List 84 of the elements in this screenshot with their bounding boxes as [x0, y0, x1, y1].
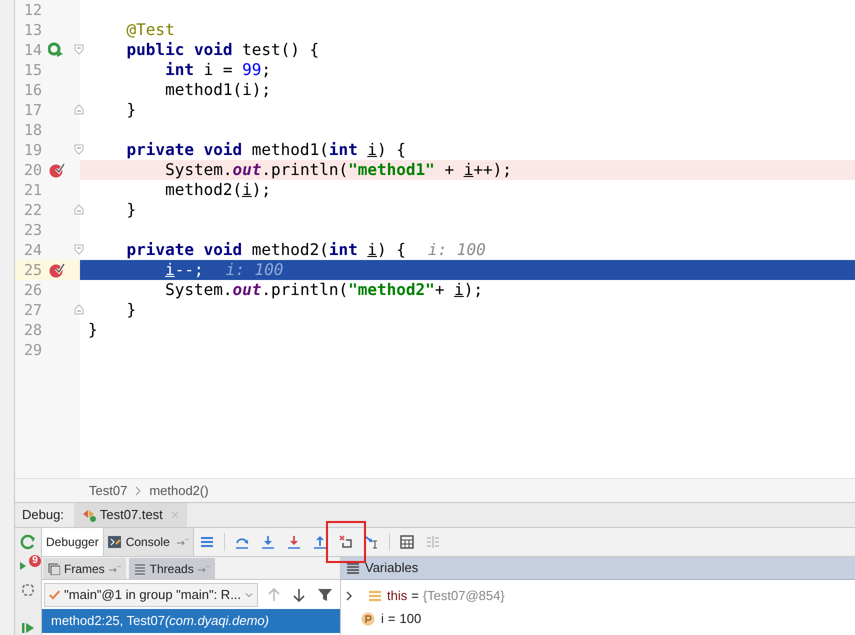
arrow-down-icon[interactable] — [293, 588, 305, 602]
rerun-icon[interactable] — [20, 534, 36, 550]
variable-entry[interactable]: this = {Test07@854} — [387, 586, 505, 606]
field-icon — [369, 590, 381, 602]
fold-icon[interactable] — [74, 244, 84, 255]
line-number: 17 — [22, 100, 42, 121]
tab[interactable]: Frames — [43, 558, 126, 579]
run-icon[interactable] — [48, 42, 64, 58]
inline-value-hint: i: 100 — [226, 259, 284, 281]
line-number: 20 — [22, 160, 42, 181]
chevron-icon — [135, 486, 142, 496]
thread-dropdown[interactable]: "main"@1 in group "main": R... — [44, 582, 258, 606]
line-number: 21 — [22, 180, 42, 201]
resume-icon[interactable] — [20, 620, 36, 635]
line-number: 26 — [22, 280, 42, 301]
session-tab[interactable]: Test07.test — [74, 503, 187, 527]
line-number: 23 — [22, 220, 42, 241]
debug-icon — [82, 508, 96, 522]
tab[interactable]: Threads — [128, 558, 215, 579]
frame-row[interactable]: method2:25, Test07(com.dyaqi.demo) — [42, 609, 340, 633]
line-number: 24 — [22, 240, 42, 261]
line-number: 12 — [22, 0, 42, 21]
fold-icon[interactable] — [74, 304, 84, 315]
check-icon — [49, 588, 60, 602]
inline-value-hint: i: 100 — [428, 239, 486, 261]
fold-icon[interactable] — [74, 144, 84, 155]
line-number: 28 — [22, 320, 42, 341]
line-number: 27 — [22, 300, 42, 321]
line-number: 22 — [22, 200, 42, 221]
line-number: 25 — [22, 260, 42, 281]
line-number: 16 — [22, 80, 42, 101]
calculator-icon — [400, 535, 414, 549]
tab[interactable]: Debugger — [42, 528, 104, 556]
arrow-up-icon[interactable] — [268, 588, 280, 602]
code-line: private void method2(int i) { — [126, 239, 406, 261]
variable-entry[interactable]: i = 100 — [381, 608, 422, 628]
filter-icon[interactable] — [318, 588, 332, 602]
code-line: } — [126, 99, 136, 121]
pin-icon — [198, 564, 210, 572]
drop-frame-icon — [338, 535, 353, 549]
restore-icon[interactable] — [20, 582, 36, 598]
chevron-down-icon — [245, 592, 253, 598]
code-line: } — [126, 299, 136, 321]
console-icon — [108, 535, 122, 549]
tab[interactable]: Console — [104, 528, 194, 556]
line-number: 14 — [22, 40, 42, 61]
pin-icon — [108, 564, 121, 572]
run-to-cursor-icon — [364, 535, 379, 549]
code-line: method2(i); — [164, 179, 272, 201]
line-number: 29 — [22, 340, 42, 361]
breakpoint-icon[interactable] — [49, 162, 65, 178]
code-line: } — [88, 319, 98, 341]
code-line: private void method1(int i) { — [126, 139, 406, 161]
fold-icon[interactable] — [74, 204, 84, 215]
step-into-icon — [286, 535, 301, 549]
pin-icon — [176, 538, 189, 546]
code-line: method1(i); — [164, 79, 272, 101]
frames-icon — [48, 562, 60, 574]
code-line: i--; — [164, 259, 204, 281]
line-number: 13 — [22, 20, 42, 41]
code-line: System.out.println("method2"+ i); — [164, 279, 483, 301]
line-number: 18 — [22, 120, 42, 141]
fold-icon[interactable] — [74, 104, 84, 115]
trace-icon — [426, 535, 440, 549]
count-badge: 9 — [29, 555, 41, 567]
fold-icon[interactable] — [74, 44, 84, 55]
list-icon — [347, 562, 359, 574]
code-line: int i = 99; — [164, 59, 272, 81]
list-icon — [134, 562, 146, 574]
line-number: 19 — [22, 140, 42, 161]
code-line: public void test() { — [126, 39, 320, 61]
breadcrumb[interactable]: method2() — [149, 480, 209, 500]
panel-title: Variables — [365, 559, 418, 578]
code-line: System.out.println("method1" + i++); — [164, 159, 512, 181]
breakpoint-icon[interactable] — [49, 262, 65, 278]
step-out-icon — [312, 535, 327, 549]
line-number: 15 — [22, 60, 42, 81]
code-line: @Test — [126, 19, 175, 41]
lines-icon — [200, 535, 214, 549]
panel-label: Debug: — [22, 506, 64, 524]
breadcrumb[interactable]: Test07 — [89, 480, 128, 500]
code-line: } — [126, 199, 136, 221]
parameter-icon — [361, 612, 375, 626]
step-into-icon — [260, 535, 275, 549]
